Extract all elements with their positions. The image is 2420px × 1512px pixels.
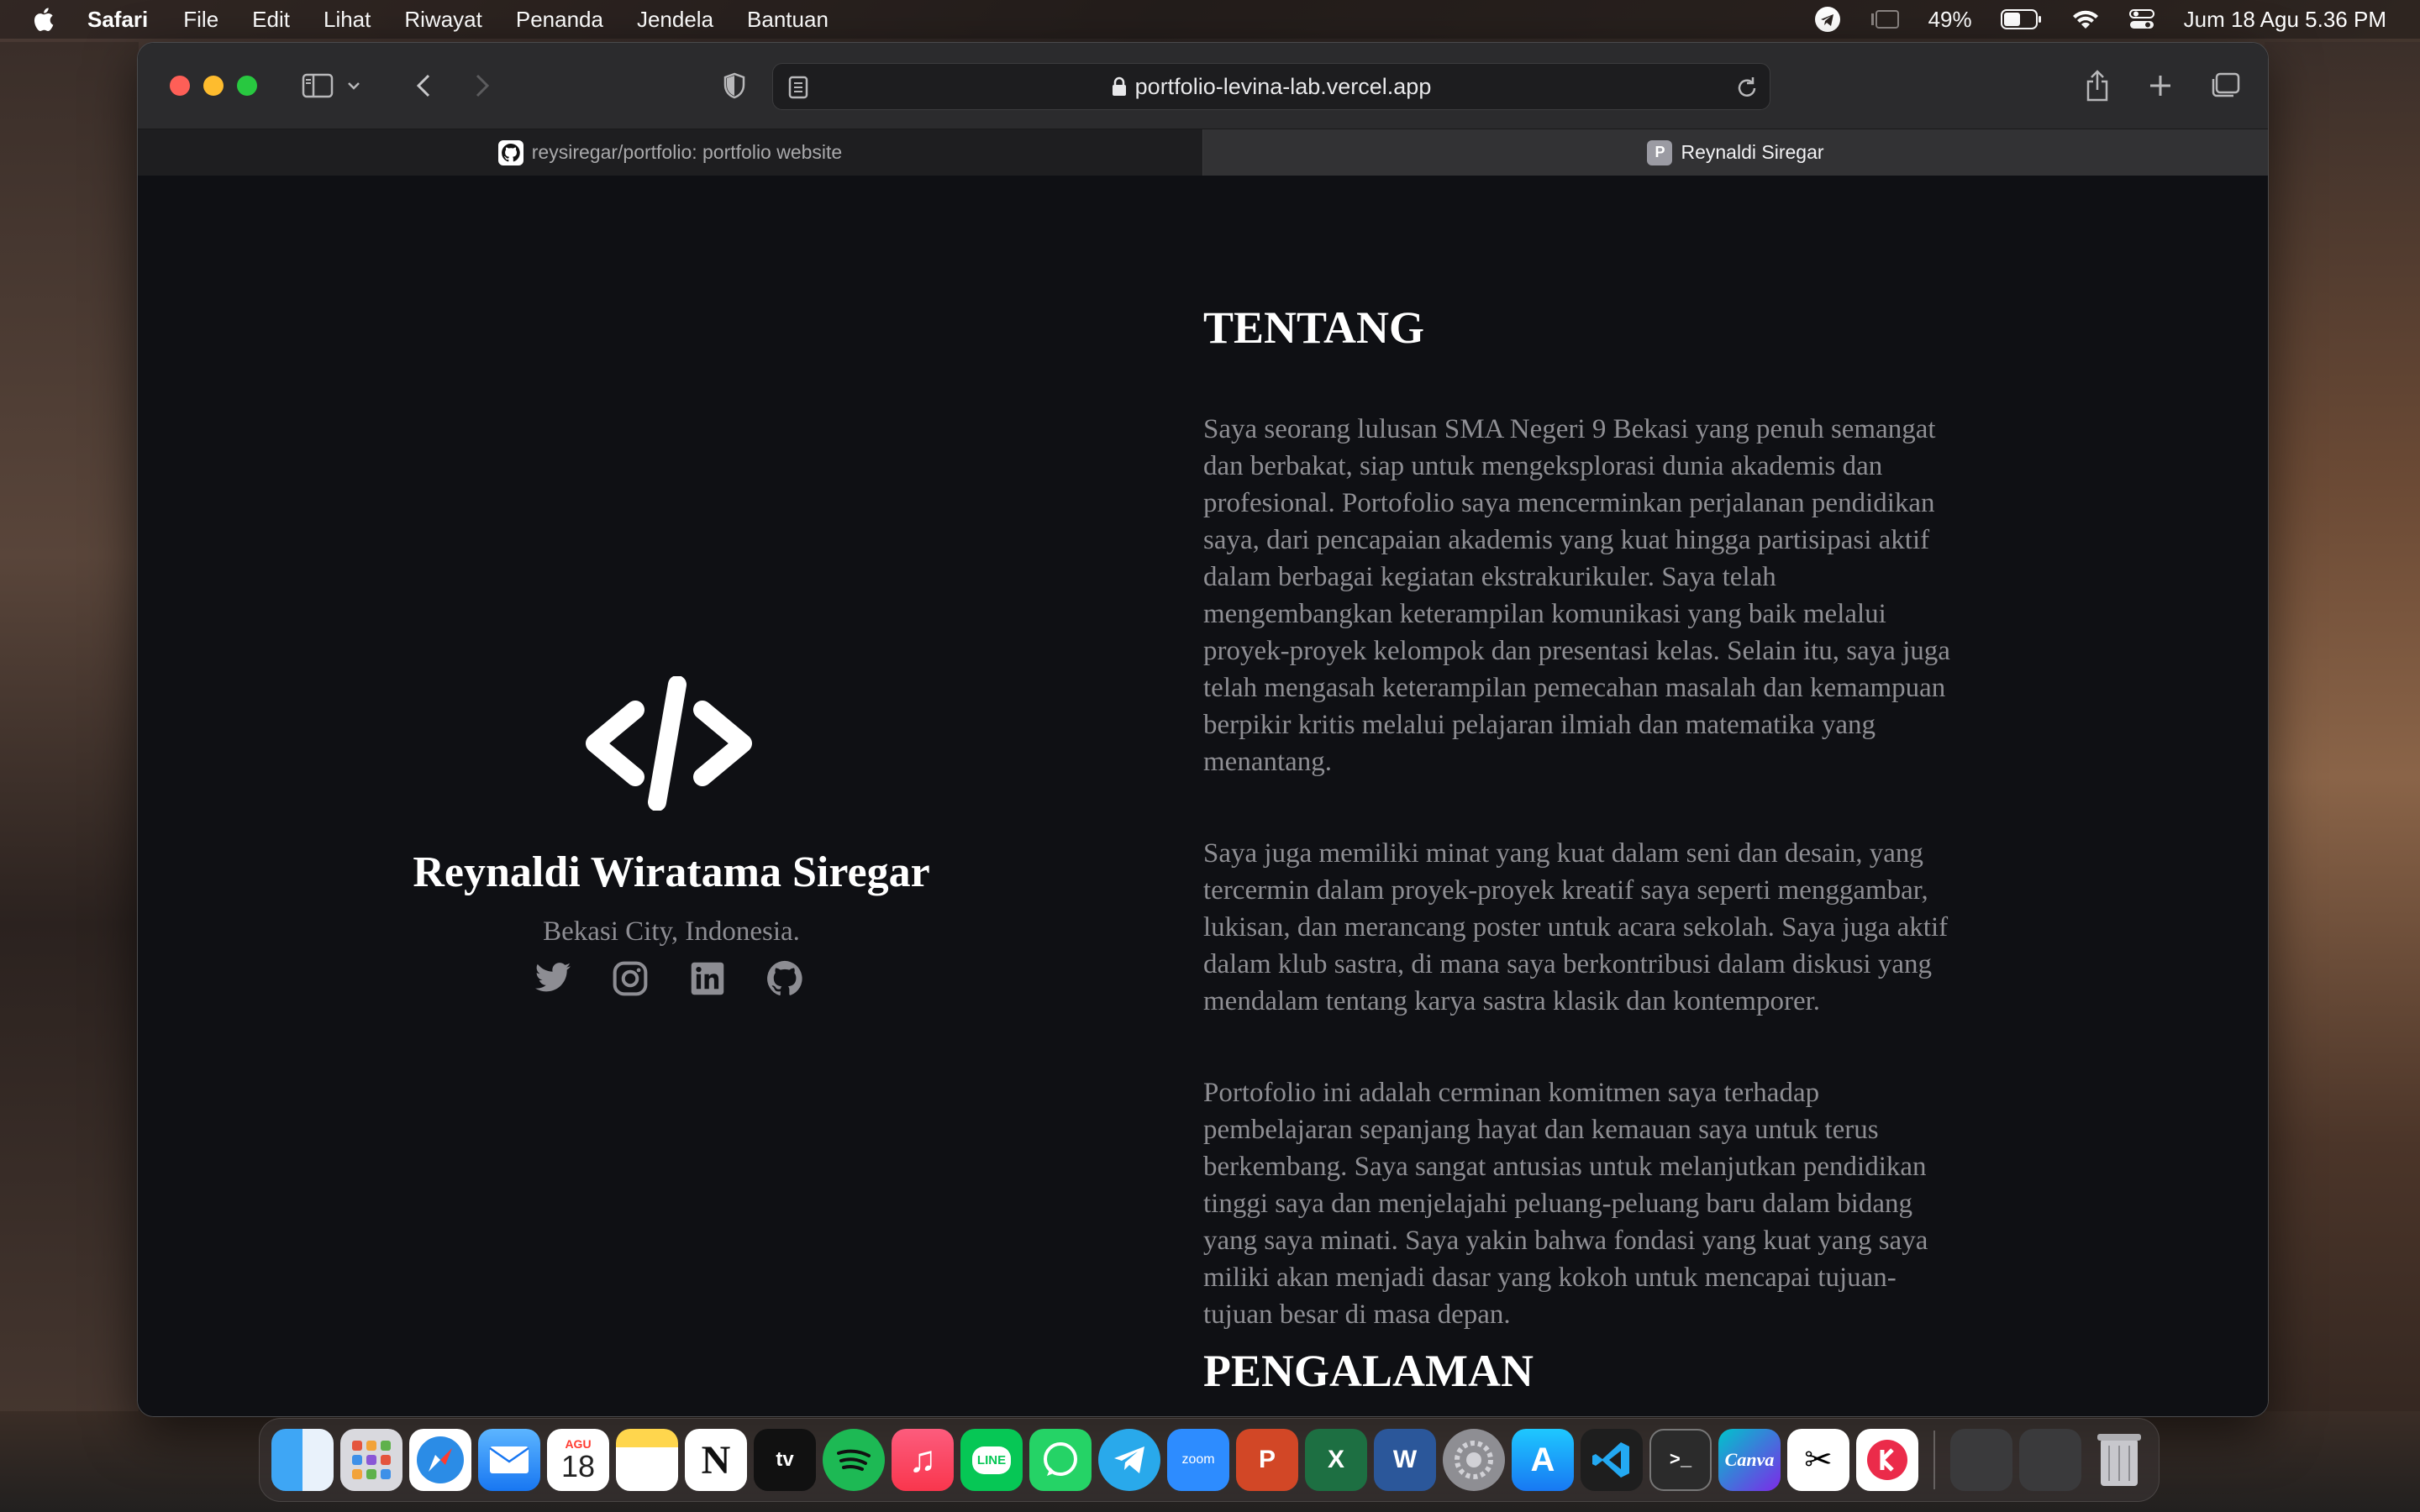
menu-window[interactable]: Jendela <box>637 7 713 33</box>
window-controls <box>170 76 257 96</box>
vscode-icon[interactable] <box>1581 1429 1643 1491</box>
page-content: Reynaldi Wiratama Siregar Bekasi City, I… <box>138 176 2268 1416</box>
apple-tv-icon[interactable]: tv <box>754 1429 816 1491</box>
menu-bookmarks[interactable]: Penanda <box>516 7 603 33</box>
new-tab-icon[interactable] <box>2144 69 2177 102</box>
terminal-icon[interactable]: >_ <box>1649 1429 1712 1491</box>
tab-label: Reynaldi Siregar <box>1681 141 1824 163</box>
chevron-down-icon[interactable] <box>344 69 364 102</box>
apple-tv-label: tv <box>776 1448 794 1471</box>
menu-view[interactable]: Lihat <box>324 7 371 33</box>
recent-window-telegram-icon[interactable] <box>1950 1429 2012 1491</box>
calendar-day: 18 <box>560 1449 596 1483</box>
desktop-wallpaper-left <box>0 42 139 1512</box>
portfolio-favicon-icon: P <box>1647 139 1673 165</box>
tab-label: reysiregar/portfolio: portfolio website <box>531 141 843 163</box>
apple-icon[interactable] <box>30 6 55 33</box>
zoom-icon[interactable]: zoom <box>1167 1429 1229 1491</box>
system-settings-icon[interactable] <box>1443 1429 1505 1491</box>
twitter-icon[interactable] <box>533 958 573 999</box>
forward-button[interactable] <box>466 69 499 102</box>
browser-toolbar: portfolio-levina-lab.vercel.app <box>138 43 2268 129</box>
profile-panel: Reynaldi Wiratama Siregar Bekasi City, I… <box>138 176 1205 1416</box>
menu-bar: Safari File Edit Lihat Riwayat Penanda J… <box>0 0 2420 39</box>
menu-clock[interactable]: Jum 18 Agu 5.36 PM <box>2184 7 2386 33</box>
whatsapp-icon[interactable] <box>1029 1429 1092 1491</box>
battery-icon[interactable] <box>2000 8 2043 30</box>
menu-help[interactable]: Bantuan <box>747 7 829 33</box>
control-center-icon[interactable] <box>2128 8 2155 31</box>
github-icon[interactable] <box>765 958 805 999</box>
safari-window: portfolio-levina-lab.vercel.app reysireg… <box>137 42 2269 1417</box>
line-label: LINE <box>971 1446 1012 1474</box>
battery-percent: 49% <box>1928 6 1972 32</box>
calendar-icon[interactable]: AGU 18 <box>547 1429 609 1491</box>
linkedin-icon[interactable] <box>687 958 728 999</box>
minimize-window-button[interactable] <box>203 76 224 96</box>
close-window-button[interactable] <box>170 76 190 96</box>
music-icon[interactable]: ♫ <box>892 1429 954 1491</box>
profile-name: Reynaldi Wiratama Siregar <box>413 848 930 896</box>
menu-app-name[interactable]: Safari <box>87 7 148 33</box>
notion-icon[interactable]: N <box>685 1429 747 1491</box>
zoom-label: zoom <box>1181 1452 1215 1467</box>
about-paragraph-1: Saya seorang lulusan SMA Negeri 9 Bekasi… <box>1203 414 1950 777</box>
word-icon[interactable]: W <box>1374 1429 1436 1491</box>
mail-icon[interactable] <box>478 1429 540 1491</box>
powerpoint-icon[interactable]: P <box>1236 1429 1298 1491</box>
app-store-icon[interactable]: A <box>1512 1429 1574 1491</box>
privacy-shield-icon[interactable] <box>718 69 751 102</box>
reload-icon[interactable] <box>1736 76 1758 99</box>
telegram-icon[interactable] <box>1098 1429 1160 1491</box>
reader-icon[interactable] <box>788 76 808 99</box>
lock-icon <box>1112 76 1126 96</box>
address-bar[interactable]: portfolio-levina-lab.vercel.app <box>772 63 1770 110</box>
about-heading: TENTANG <box>1203 302 1425 353</box>
zoom-window-button[interactable] <box>237 76 257 96</box>
line-icon[interactable]: LINE <box>960 1429 1023 1491</box>
canva-icon[interactable]: Canva <box>1718 1429 1781 1491</box>
sidebar-toggle-icon[interactable] <box>299 69 336 102</box>
status-area: 49% Jum 18 Agu 5.36 PM <box>1814 0 2386 39</box>
stage-manager-icon[interactable] <box>1870 8 1900 31</box>
desktop-wallpaper-right <box>2265 42 2420 1512</box>
about-paragraph-2: Saya juga memiliki minat yang kuat dalam… <box>1203 838 1949 1016</box>
code-icon <box>586 676 752 811</box>
share-icon[interactable] <box>2081 69 2114 102</box>
profile-location: Bekasi City, Indonesia. <box>543 916 800 947</box>
finder-icon[interactable] <box>271 1429 334 1491</box>
safari-app-icon[interactable] <box>409 1429 471 1491</box>
capcut-icon[interactable]: ✂ <box>1787 1429 1849 1491</box>
about-paragraph-3: Portofolio ini adalah cerminan komitmen … <box>1203 1078 1928 1330</box>
recent-window-vscode-icon[interactable] <box>2019 1429 2081 1491</box>
experience-heading: PENGALAMAN <box>1203 1346 1534 1396</box>
excel-icon[interactable]: X <box>1305 1429 1367 1491</box>
back-button[interactable] <box>407 69 440 102</box>
launchpad-icon[interactable] <box>340 1429 402 1491</box>
dock-separator <box>1933 1431 1935 1489</box>
tab-bar: reysiregar/portfolio: portfolio website … <box>138 129 2268 176</box>
telegram-status-icon[interactable] <box>1814 6 1841 33</box>
kinemaster-icon[interactable] <box>1856 1429 1918 1491</box>
canva-label: Canva <box>1724 1449 1775 1470</box>
menu-file[interactable]: File <box>183 7 218 33</box>
notes-icon[interactable] <box>616 1429 678 1491</box>
github-favicon-icon <box>497 139 523 165</box>
social-links <box>533 958 805 999</box>
tab-github-repo[interactable]: reysiregar/portfolio: portfolio website <box>138 129 1203 176</box>
menu-history[interactable]: Riwayat <box>404 7 481 33</box>
wifi-icon[interactable] <box>2071 8 2100 30</box>
url-text[interactable]: portfolio-levina-lab.vercel.app <box>1135 74 1432 100</box>
instagram-icon[interactable] <box>610 958 650 999</box>
tab-overview-icon[interactable] <box>2207 69 2244 102</box>
spotify-icon[interactable] <box>823 1429 885 1491</box>
trash-icon[interactable] <box>2088 1429 2150 1491</box>
menu-edit[interactable]: Edit <box>252 7 290 33</box>
tab-portfolio[interactable]: P Reynaldi Siregar <box>1203 129 2268 176</box>
dock: AGU 18 N tv ♫ LINE zoom P X W A >_ Canva… <box>259 1418 2160 1502</box>
